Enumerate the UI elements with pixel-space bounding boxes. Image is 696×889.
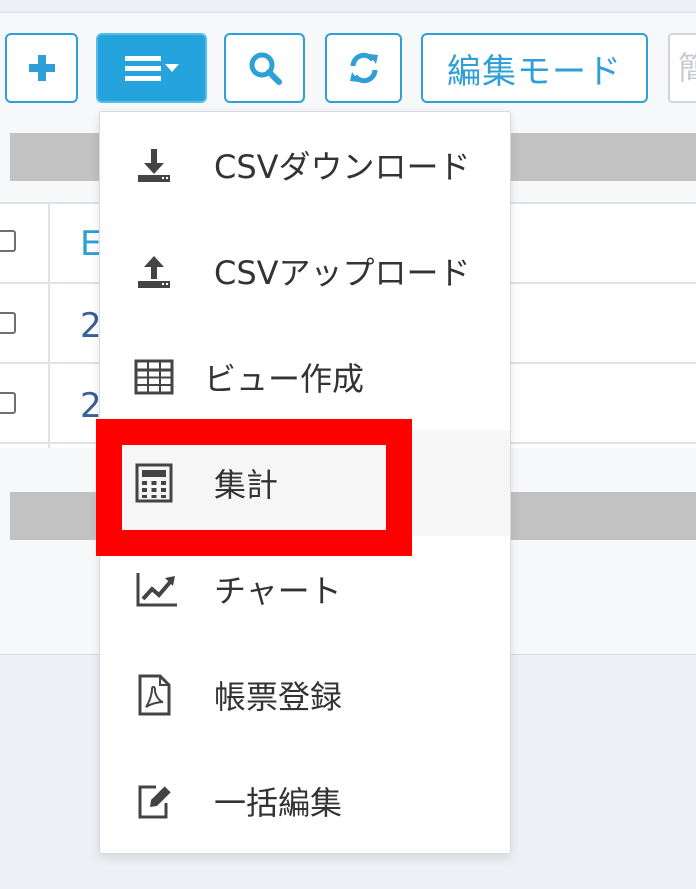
menu-item-label: CSVアップロード (214, 254, 471, 292)
calculator-icon (135, 463, 173, 503)
menu-item-aggregate[interactable]: 集計 (100, 430, 510, 536)
menu-item-csv-upload[interactable]: CSVアップロード (100, 218, 510, 324)
edit-mode-label: 編集モード (447, 51, 622, 92)
search-placeholder: 簡 (678, 49, 696, 87)
list-icon (124, 56, 161, 81)
menu-item-label: チャート (214, 572, 342, 610)
search-icon (249, 52, 282, 85)
refresh-button[interactable] (325, 33, 402, 103)
search-button[interactable] (224, 33, 305, 103)
actions-dropdown-menu: CSVダウンロード CSVアップロード ビュー作成 集計 チャート 帳票登録 一… (99, 111, 511, 854)
plus-icon (28, 55, 55, 81)
add-button[interactable] (5, 33, 78, 103)
menu-item-create-view[interactable]: ビュー作成 (100, 324, 510, 430)
menu-item-label: 帳票登録 (214, 678, 343, 716)
search-input[interactable]: 簡 (668, 33, 696, 103)
select-all-checkbox[interactable] (0, 230, 16, 252)
menu-item-csv-download[interactable]: CSVダウンロード (100, 112, 510, 218)
table-icon (134, 359, 174, 395)
row-checkbox[interactable] (0, 312, 16, 334)
line-chart-icon (136, 573, 177, 607)
menu-item-chart[interactable]: チャート (100, 536, 510, 642)
menu-dropdown-button[interactable] (96, 33, 207, 103)
edit-icon (138, 785, 172, 819)
refresh-icon (349, 52, 378, 84)
pdf-file-icon (138, 674, 171, 716)
caret-down-icon (164, 64, 179, 72)
top-strip (0, 0, 696, 13)
upload-icon (138, 256, 170, 288)
menu-item-label: ビュー作成 (204, 360, 365, 398)
edit-mode-button[interactable]: 編集モード (421, 33, 648, 103)
download-icon (138, 149, 170, 182)
menu-item-label: 一括編集 (214, 784, 343, 822)
menu-item-label: 集計 (214, 466, 279, 504)
menu-item-bulk-edit[interactable]: 一括編集 (100, 748, 510, 854)
menu-item-form-registration[interactable]: 帳票登録 (100, 642, 510, 748)
row-checkbox[interactable] (0, 392, 16, 414)
menu-item-label: CSVダウンロード (214, 148, 471, 186)
